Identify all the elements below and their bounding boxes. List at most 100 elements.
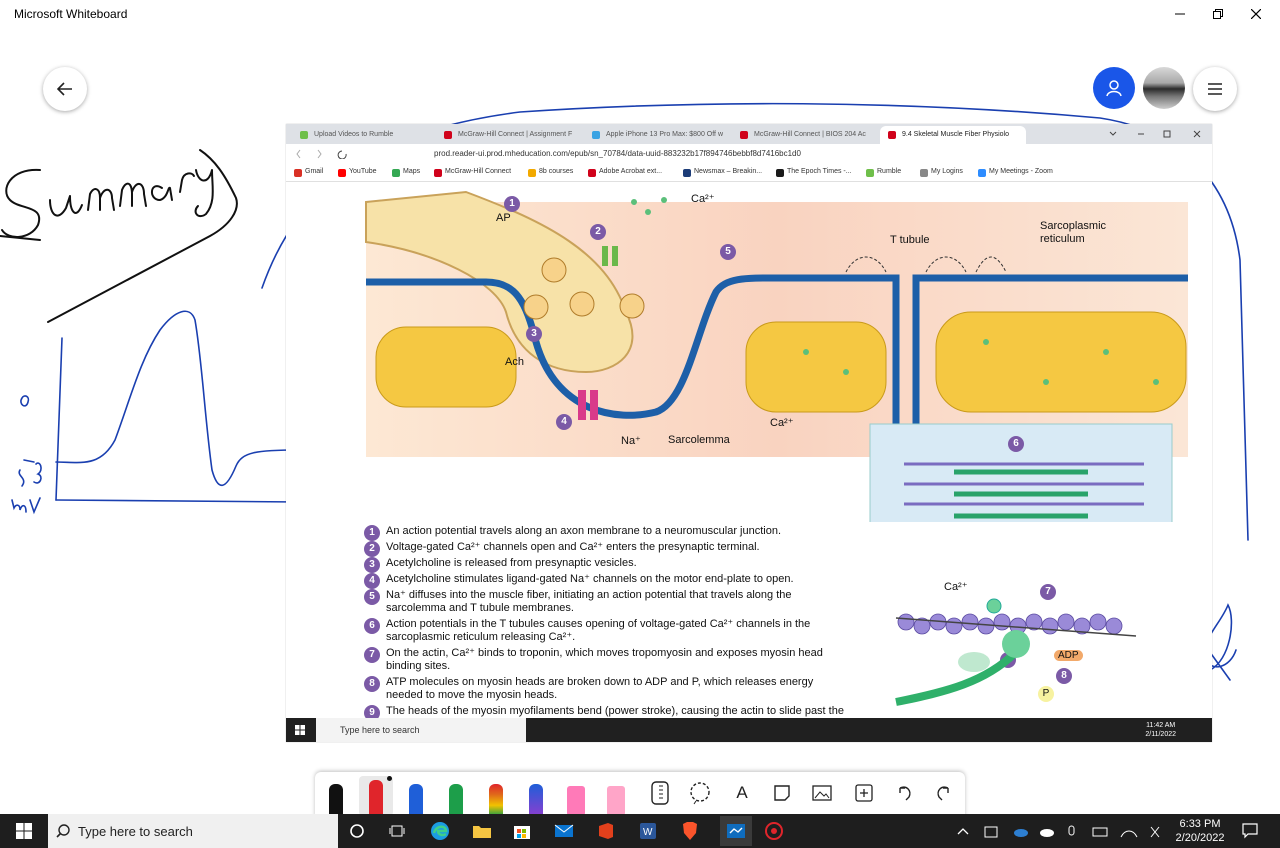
figure-number: 1 bbox=[504, 196, 520, 212]
browser-window-controls bbox=[1109, 130, 1201, 138]
whiteboard-window: Microsoft Whiteboard Upload Videos to Ru… bbox=[0, 0, 1280, 848]
search-icon bbox=[56, 824, 70, 838]
textbook-figure: AP Ca²⁺ T tubule Sarcoplasmic reticulum … bbox=[286, 182, 1212, 730]
pen-green[interactable] bbox=[439, 776, 473, 816]
word-icon: W bbox=[640, 823, 656, 839]
minimize-button[interactable] bbox=[1160, 0, 1200, 28]
pen-black[interactable] bbox=[319, 776, 353, 816]
url-text: prod.reader-ui.prod.mheducation.com/epub… bbox=[434, 149, 801, 158]
store-icon bbox=[514, 826, 530, 839]
plus-icon bbox=[855, 784, 873, 802]
sarcolemma-label: Sarcolemma bbox=[668, 434, 730, 446]
highlighter-pink[interactable] bbox=[559, 776, 593, 816]
na-label: Na⁺ bbox=[621, 435, 641, 447]
start-button[interactable] bbox=[12, 819, 36, 843]
whiteboard-icon bbox=[727, 824, 745, 838]
inner-search-box: Type here to search bbox=[316, 718, 526, 742]
bookmark-item: Newsmax – Breakin... bbox=[683, 168, 762, 177]
redo-icon bbox=[937, 786, 949, 801]
edge-icon bbox=[431, 822, 449, 840]
brave-button[interactable] bbox=[678, 819, 702, 843]
list-item: 1 An action potential travels along an ax… bbox=[364, 525, 844, 541]
windows-icon bbox=[16, 823, 32, 839]
action-potential-graph-ink bbox=[11, 310, 301, 515]
highlighter-light-pink[interactable] bbox=[599, 776, 633, 816]
tab-favicon bbox=[740, 131, 748, 139]
menu-button[interactable] bbox=[1193, 67, 1237, 111]
taskbar: Type here to search W 6:33 PM 2/20/2022 bbox=[0, 814, 1280, 848]
bookmarks-bar: Gmail YouTube Maps McGraw-Hill Connect 8… bbox=[286, 164, 1212, 182]
system-tray-icons bbox=[957, 825, 1160, 838]
tab-favicon bbox=[888, 131, 896, 139]
ruler-button[interactable] bbox=[647, 780, 673, 806]
close-icon bbox=[1251, 9, 1261, 19]
office-icon bbox=[599, 823, 613, 839]
pen-blue[interactable] bbox=[399, 776, 433, 816]
ca-label: Ca²⁺ bbox=[691, 193, 715, 205]
browser-tab-strip: Upload Videos to Rumble McGraw-Hill Conn… bbox=[286, 124, 1212, 144]
word-button[interactable]: W bbox=[636, 819, 660, 843]
store-button[interactable] bbox=[510, 819, 534, 843]
figure-number: 3 bbox=[526, 326, 542, 342]
list-item: 7 On the actin, Ca²⁺ binds to troponin, w… bbox=[364, 647, 844, 673]
nav-buttons bbox=[296, 149, 347, 159]
bookmark-item: Maps bbox=[392, 168, 420, 177]
taskbar-clock: 6:33 PM 2/20/2022 bbox=[1170, 817, 1230, 845]
redo-button[interactable] bbox=[931, 780, 957, 806]
list-item: 5 Na⁺ diffuses into the muscle fiber, ini… bbox=[364, 589, 844, 615]
bookmark-item: My Logins bbox=[920, 168, 963, 177]
task-view-button[interactable] bbox=[385, 819, 409, 843]
t-tubule-label: T tubule bbox=[890, 234, 930, 246]
close-button[interactable] bbox=[1236, 0, 1276, 28]
notifications-button[interactable] bbox=[1238, 819, 1262, 843]
figure-number: 6 bbox=[1008, 436, 1024, 452]
tab-favicon bbox=[592, 131, 600, 139]
tab-label: McGraw-Hill Connect | BIOS 204 Ac bbox=[754, 131, 866, 138]
restore-button[interactable] bbox=[1198, 0, 1238, 28]
taskbar-search[interactable]: Type here to search bbox=[48, 814, 338, 848]
task-view-icon bbox=[389, 825, 405, 837]
ca-fiber-label: Ca²⁺ bbox=[770, 417, 794, 429]
invite-button[interactable] bbox=[1093, 67, 1135, 109]
lasso-button[interactable] bbox=[687, 780, 713, 806]
file-explorer-button[interactable] bbox=[470, 819, 494, 843]
pen-galaxy[interactable] bbox=[519, 776, 553, 816]
image-icon bbox=[812, 785, 832, 801]
recorder-button[interactable] bbox=[762, 819, 786, 843]
text-button[interactable]: A bbox=[729, 780, 755, 806]
inner-taskbar: Type here to search 11:42 AM 2/11/2022 bbox=[286, 718, 1212, 742]
bookmark-item: YouTube bbox=[338, 168, 377, 177]
lasso-icon bbox=[690, 782, 710, 805]
sticky-note-button[interactable] bbox=[769, 780, 795, 806]
undo-button[interactable] bbox=[891, 780, 917, 806]
clock-date: 2/20/2022 bbox=[1175, 832, 1225, 844]
office-button[interactable] bbox=[594, 819, 618, 843]
mail-button[interactable] bbox=[552, 819, 576, 843]
ap-label: AP bbox=[496, 212, 511, 224]
image-button[interactable] bbox=[809, 780, 835, 806]
add-button[interactable] bbox=[851, 780, 877, 806]
undo-icon bbox=[899, 786, 911, 801]
pen-rainbow[interactable] bbox=[479, 776, 513, 816]
edge-button[interactable] bbox=[428, 819, 452, 843]
screen-recorder-icon bbox=[765, 822, 783, 840]
avatar[interactable] bbox=[1143, 67, 1185, 109]
title-bar: Microsoft Whiteboard bbox=[0, 0, 1280, 28]
whiteboard-taskbar-button[interactable] bbox=[720, 816, 752, 846]
pen-red-selected[interactable] bbox=[359, 776, 393, 816]
figure-number: 4 bbox=[556, 414, 572, 430]
pasted-screenshot[interactable]: Upload Videos to Rumble McGraw-Hill Conn… bbox=[286, 124, 1212, 742]
clock-time: 6:33 PM bbox=[1179, 818, 1221, 830]
browser-tab: McGraw-Hill Connect | BIOS 204 Ac bbox=[732, 126, 876, 144]
sr-label: Sarcoplasmic reticulum bbox=[1040, 220, 1107, 245]
bookmark-item: My Meetings - Zoom bbox=[978, 168, 1053, 177]
tab-label: 9.4 Skeletal Muscle Fiber Physiolo bbox=[902, 131, 1009, 138]
mail-icon bbox=[554, 824, 574, 837]
brave-icon bbox=[683, 822, 697, 840]
tab-label: McGraw-Hill Connect | Assignment F bbox=[458, 131, 573, 138]
back-button[interactable] bbox=[43, 67, 87, 111]
inner-clock: 11:42 AM 2/11/2022 bbox=[1145, 722, 1176, 738]
hamburger-icon bbox=[1208, 83, 1222, 95]
summary-ink bbox=[0, 149, 238, 323]
cortana-button[interactable] bbox=[345, 819, 369, 843]
